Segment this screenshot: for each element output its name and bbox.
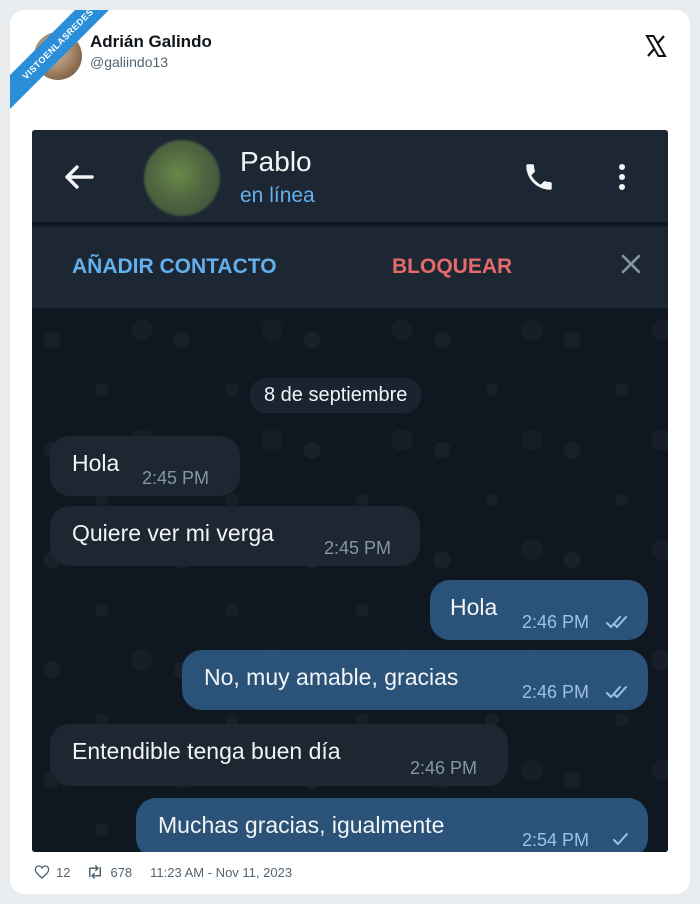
phone-icon[interactable] xyxy=(522,160,556,194)
tweet-card: VISTOENLASREDES Adrián Galindo @galiindo… xyxy=(10,10,690,894)
heart-icon[interactable] xyxy=(34,864,50,880)
date-separator: 8 de septiembre xyxy=(250,378,422,413)
tweet-timestamp[interactable]: 11:23 AM - Nov 11, 2023 xyxy=(150,865,292,880)
block-button[interactable]: BLOQUEAR xyxy=(392,255,512,279)
message-time: 2:45 PM xyxy=(142,468,210,488)
single-check-icon xyxy=(613,833,628,845)
contact-status: en línea xyxy=(240,184,315,207)
message-outgoing[interactable]: Muchas gracias, igualmente 2:54 PM xyxy=(136,798,648,852)
message-text: Hola xyxy=(450,594,498,620)
add-contact-button[interactable]: AÑADIR CONTACTO xyxy=(72,255,277,279)
message-text: Entendible tenga buen día xyxy=(72,738,341,764)
message-incoming[interactable]: Hola 2:45 PM xyxy=(50,436,240,496)
message-time: 2:54 PM xyxy=(522,830,590,850)
double-check-icon xyxy=(606,686,627,698)
message-time: 2:46 PM xyxy=(522,612,590,632)
retweet-count: 678 xyxy=(110,864,133,880)
message-time: 2:45 PM xyxy=(324,538,392,558)
message-text: No, muy amable, gracias xyxy=(204,664,459,690)
telegram-screenshot: Pablo en línea AÑADIR CONTACTO BLOQUEAR … xyxy=(32,130,668,852)
message-time: 2:46 PM xyxy=(410,758,478,778)
tweet-footer: 12 678 11:23 AM - Nov 11, 2023 xyxy=(34,862,292,882)
contact-action-bar: AÑADIR CONTACTO BLOQUEAR xyxy=(32,226,668,308)
message-outgoing[interactable]: Hola 2:46 PM xyxy=(430,580,648,640)
message-text: Hola xyxy=(72,450,120,476)
x-logo-icon[interactable] xyxy=(644,34,668,58)
contact-name[interactable]: Pablo xyxy=(240,146,312,178)
author-name[interactable]: Adrián Galindo xyxy=(90,32,212,52)
message-text: Muchas gracias, igualmente xyxy=(158,812,445,838)
chat-header: Pablo en línea xyxy=(32,130,668,222)
author-handle[interactable]: @galiindo13 xyxy=(90,54,168,70)
message-incoming[interactable]: Quiere ver mi verga 2:45 PM xyxy=(50,506,420,566)
close-icon[interactable] xyxy=(620,253,642,275)
contact-avatar[interactable] xyxy=(144,140,220,216)
message-incoming[interactable]: Entendible tenga buen día 2:46 PM xyxy=(50,724,508,786)
back-arrow-icon[interactable] xyxy=(62,160,96,194)
like-count: 12 xyxy=(56,864,71,880)
message-time: 2:46 PM xyxy=(522,682,590,702)
double-check-icon xyxy=(606,616,627,628)
message-outgoing[interactable]: No, muy amable, gracias 2:46 PM xyxy=(182,650,648,710)
more-options-icon[interactable] xyxy=(612,160,632,194)
message-text: Quiere ver mi verga xyxy=(72,520,274,546)
chat-area: 8 de septiembre Hola 2:45 PM Quiere ver … xyxy=(32,310,668,852)
retweet-icon[interactable] xyxy=(86,864,104,880)
